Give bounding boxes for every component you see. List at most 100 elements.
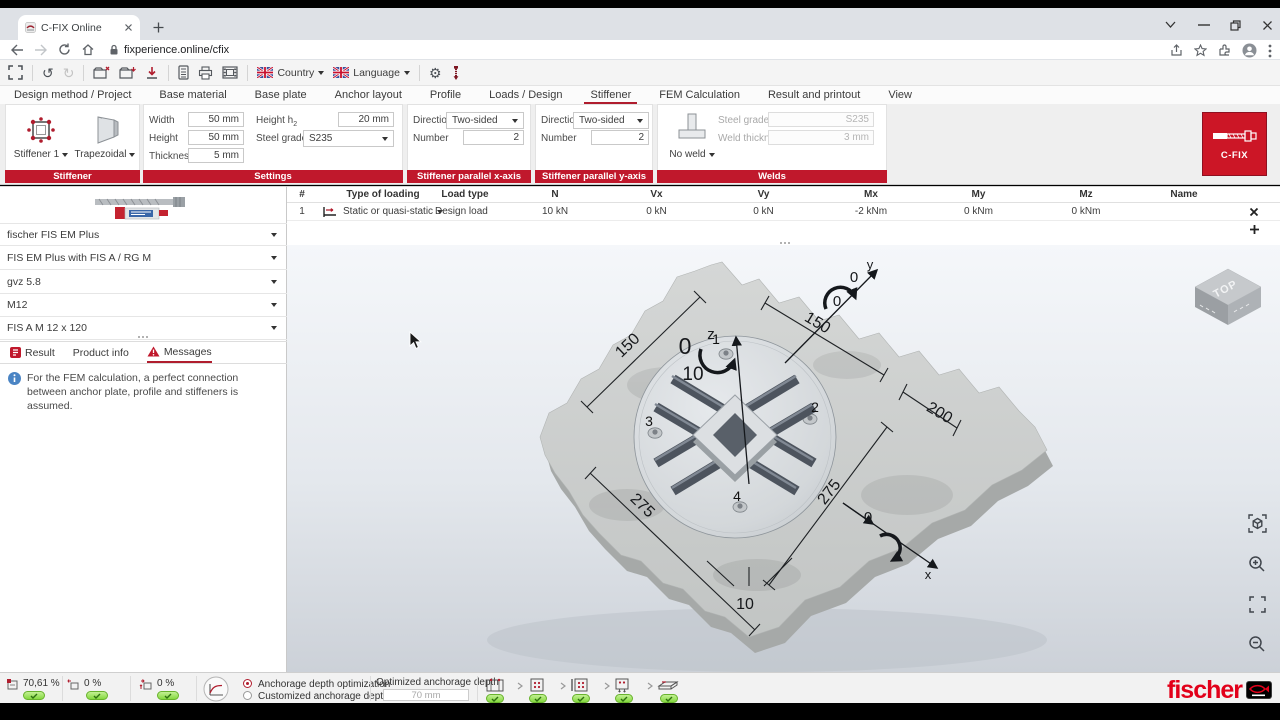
weld-type-icon[interactable] (674, 111, 710, 145)
mx-value[interactable]: -2 kNm (817, 206, 925, 217)
anchor-bolt-icon[interactable] (451, 65, 461, 81)
tab-loads-design[interactable]: Loads / Design (489, 89, 562, 101)
country-select[interactable]: Country (257, 67, 325, 79)
load-displacement-icon[interactable] (203, 676, 229, 702)
tab-view[interactable]: View (888, 89, 912, 101)
expand-icon[interactable] (8, 65, 23, 80)
settings-gear-icon[interactable]: ⚙ (429, 66, 442, 80)
panel-resize-handle[interactable] (135, 336, 151, 338)
number-x-input[interactable] (463, 130, 524, 145)
number-x-label: Number (413, 133, 449, 144)
add-row-icon[interactable] (1249, 224, 1260, 235)
delete-row-icon[interactable] (1249, 207, 1259, 217)
diameter-select[interactable]: M12 (0, 294, 287, 317)
stiffener-selector-icon[interactable] (23, 113, 59, 147)
step-slab-icon[interactable] (656, 678, 680, 692)
tab-messages[interactable]: Messages (146, 342, 212, 363)
direction-x-select[interactable]: Two-sided (446, 112, 524, 129)
browser-tab[interactable]: C-FIX Online (18, 15, 140, 40)
share-icon[interactable] (1170, 44, 1183, 57)
anchorage-optimization-radio[interactable] (243, 679, 252, 688)
forward-icon[interactable] (34, 44, 48, 56)
mz-value[interactable]: 0 kNm (1032, 206, 1140, 217)
zoom-out-button[interactable] (1246, 633, 1268, 655)
tab-result-printout[interactable]: Result and printout (768, 89, 860, 101)
table-resize-handle[interactable] (777, 242, 793, 244)
customized-anchorage-radio[interactable] (243, 691, 252, 700)
language-select[interactable]: Language (333, 67, 410, 79)
warning-icon (147, 346, 160, 357)
utilization-3-value: 0 % (157, 678, 175, 689)
tab-anchor-layout[interactable]: Anchor layout (335, 89, 402, 101)
save-icon[interactable] (145, 66, 159, 80)
number-y-input[interactable] (591, 130, 649, 145)
anchor-number-2: 2 (811, 399, 819, 415)
vx-value[interactable]: 0 kN (603, 206, 710, 217)
tab-stiffener[interactable]: Stiffener (584, 89, 638, 105)
undo-icon[interactable]: ↺ (42, 66, 54, 80)
product-system-select[interactable]: FIS EM Plus with FIS A / RG M (0, 247, 287, 270)
url-text[interactable]: fixperience.online/cfix (124, 44, 229, 56)
new-tab-icon[interactable] (152, 21, 165, 34)
stiffener-selector[interactable]: Stiffener 1 (8, 149, 74, 160)
new-project-icon[interactable] (93, 66, 110, 80)
col-vy: Vy (757, 189, 770, 200)
weld-thickness-input[interactable] (768, 130, 874, 145)
step-profile-icon[interactable] (570, 677, 590, 693)
open-project-icon[interactable] (119, 66, 137, 80)
width-input[interactable] (188, 112, 244, 127)
steel-grades-select[interactable]: S235 (303, 130, 394, 147)
print-icon[interactable] (198, 65, 213, 80)
direction-y-select[interactable]: Two-sided (573, 112, 649, 129)
height-label: Height (149, 133, 178, 144)
tab-fem-calculation[interactable]: FEM Calculation (659, 89, 740, 101)
video-icon[interactable] (222, 66, 239, 79)
bookmark-star-icon[interactable] (1194, 44, 1207, 57)
extensions-icon[interactable] (1218, 44, 1231, 57)
window-restore-icon[interactable] (1230, 20, 1241, 31)
profile-avatar[interactable] (1242, 43, 1257, 58)
fit-view-button[interactable] (1246, 593, 1268, 615)
height-input[interactable] (188, 130, 244, 145)
redo-icon[interactable]: ↻ (63, 66, 75, 80)
weld-mode-selector[interactable]: No weld (662, 149, 722, 160)
loading-type-select[interactable]: Static or quasi-static (343, 206, 444, 217)
stiffener-shape-selector[interactable]: Trapezoidal (70, 149, 140, 160)
browser-menu-icon[interactable] (1268, 44, 1272, 58)
viewport-3d-canvas[interactable]: 150 150 200 275 275 10 z y x 0 10 0 0 0 … (287, 245, 1280, 672)
back-icon[interactable] (10, 44, 24, 56)
reload-icon[interactable] (58, 43, 71, 56)
vy-value[interactable]: 0 kN (710, 206, 817, 217)
step-loads-icon[interactable] (613, 677, 631, 693)
trapezoidal-shape-icon[interactable] (90, 113, 122, 147)
weld-steel-input[interactable] (768, 112, 874, 127)
isometric-view-button[interactable] (1246, 512, 1268, 534)
step-layout-icon[interactable] (528, 677, 546, 693)
window-chevron-icon[interactable] (1164, 20, 1177, 29)
step-anchor-plate-icon[interactable] (485, 677, 505, 693)
optimized-depth-input[interactable] (383, 689, 469, 701)
tab-base-material[interactable]: Base material (159, 89, 226, 101)
tab-product-info[interactable]: Product info (73, 342, 129, 363)
viewport-3d[interactable]: 150 150 200 275 275 10 z y x 0 10 0 0 0 … (287, 245, 1280, 672)
tab-design-method-project[interactable]: Design method / Project (14, 89, 131, 101)
group-label-parallel-x: Stiffener parallel x-axis (407, 170, 531, 183)
home-icon[interactable] (81, 43, 95, 56)
thickness-input[interactable] (188, 148, 244, 163)
tab-profile[interactable]: Profile (430, 89, 461, 101)
window-close-icon[interactable] (1262, 20, 1273, 31)
window-minimize-icon[interactable] (1198, 24, 1210, 26)
n-value[interactable]: 10 kN (507, 206, 603, 217)
my-value[interactable]: 0 kNm (925, 206, 1032, 217)
coating-select[interactable]: gvz 5.8 (0, 271, 287, 294)
chevron-down-icon (271, 232, 277, 237)
product-family-select[interactable]: fischer FIS EM Plus (0, 223, 287, 246)
lock-icon[interactable] (109, 44, 119, 56)
zoom-in-button[interactable] (1246, 553, 1268, 575)
tab-close-icon[interactable] (124, 23, 133, 32)
height-h2-input[interactable] (338, 112, 394, 127)
calculator-icon[interactable] (178, 65, 190, 80)
tab-result[interactable]: Result (10, 342, 55, 363)
chevron-right-icon (647, 682, 653, 690)
tab-base-plate[interactable]: Base plate (255, 89, 307, 101)
